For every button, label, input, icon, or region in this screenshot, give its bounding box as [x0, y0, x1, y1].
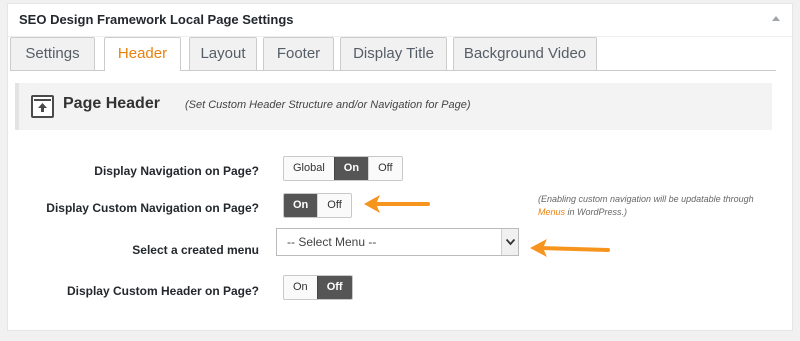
custom-navigation-help-note: (Enabling custom navigation will be upda… — [538, 193, 768, 219]
display-navigation-toggle: Global On Off — [283, 156, 403, 181]
select-menu-value: -- Select Menu -- — [287, 235, 377, 249]
display-navigation-label: Display Navigation on Page? — [94, 164, 259, 178]
tab-header[interactable]: Header — [104, 37, 181, 71]
display-custom-header-toggle: On Off — [283, 275, 353, 300]
page-header-title: Page Header — [63, 95, 160, 112]
tab-layout[interactable]: Layout — [189, 37, 257, 70]
annotation-arrow-left — [364, 195, 430, 213]
menus-link[interactable]: Menus — [538, 207, 565, 217]
page-header-icon — [31, 95, 54, 118]
tab-footer[interactable]: Footer — [263, 37, 334, 70]
select-menu-label: Select a created menu — [132, 243, 259, 257]
display-custom-navigation-toggle: On Off — [283, 193, 352, 218]
display-custom-navigation-on[interactable]: On — [284, 194, 318, 217]
help-note-text-after: in WordPress.) — [567, 207, 628, 217]
tab-background-video[interactable]: Background Video — [453, 37, 597, 70]
help-note-text-before: (Enabling custom navigation will be upda… — [538, 194, 754, 204]
display-custom-header-off[interactable]: Off — [316, 276, 352, 299]
tab-display-title[interactable]: Display Title — [340, 37, 447, 70]
annotation-arrow-left — [530, 239, 610, 257]
display-custom-navigation-label: Display Custom Navigation on Page? — [46, 201, 259, 215]
display-custom-header-on[interactable]: On — [284, 276, 317, 299]
page-header-banner: Page Header (Set Custom Header Structure… — [15, 83, 772, 130]
display-custom-navigation-off[interactable]: Off — [317, 194, 351, 217]
metabox-header: SEO Design Framework Local Page Settings — [8, 4, 792, 37]
display-custom-header-label: Display Custom Header on Page? — [66, 284, 259, 298]
select-menu-dropdown[interactable]: -- Select Menu -- — [276, 228, 519, 256]
display-navigation-off[interactable]: Off — [368, 157, 402, 180]
display-navigation-global[interactable]: Global — [284, 157, 334, 180]
metabox-title: SEO Design Framework Local Page Settings — [19, 12, 294, 27]
display-navigation-on[interactable]: On — [333, 157, 369, 180]
chevron-down-icon[interactable] — [501, 229, 518, 255]
tab-settings[interactable]: Settings — [10, 37, 95, 70]
collapse-toggle-icon[interactable] — [772, 16, 780, 21]
page-header-subtitle: (Set Custom Header Structure and/or Navi… — [185, 99, 471, 111]
